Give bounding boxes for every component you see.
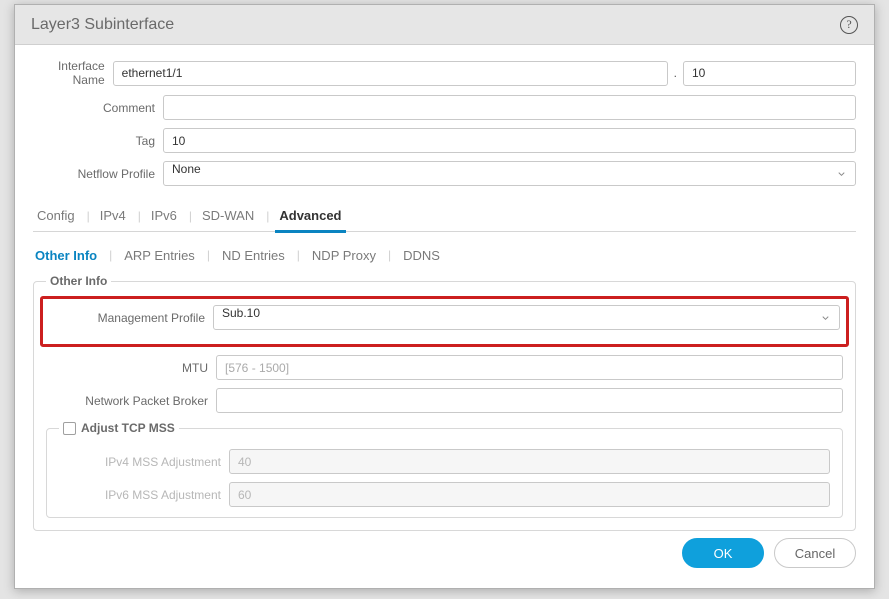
row-ipv4-mss: IPv4 MSS Adjustment bbox=[59, 449, 830, 474]
tab-advanced[interactable]: Advanced bbox=[275, 200, 345, 232]
interface-dot: . bbox=[674, 66, 677, 80]
row-interface-name: Interface Name . bbox=[33, 59, 856, 87]
group-other-info-legend: Other Info bbox=[46, 274, 111, 288]
cancel-button[interactable]: Cancel bbox=[774, 538, 856, 568]
input-tag[interactable] bbox=[163, 128, 856, 153]
label-adjust-tcp-mss: Adjust TCP MSS bbox=[81, 421, 175, 435]
input-network-packet-broker[interactable] bbox=[216, 388, 843, 413]
advanced-subtabs: Other Info| ARP Entries| ND Entries| NDP… bbox=[33, 232, 856, 272]
label-network-packet-broker: Network Packet Broker bbox=[46, 394, 216, 408]
input-ipv4-mss bbox=[229, 449, 830, 474]
dialog-footer: OK Cancel bbox=[15, 532, 874, 588]
dialog-title: Layer3 Subinterface bbox=[31, 16, 840, 34]
row-network-packet-broker: Network Packet Broker bbox=[46, 388, 843, 413]
subtab-other-info[interactable]: Other Info bbox=[33, 244, 99, 267]
group-other-info: Other Info Management Profile Sub.10 M bbox=[33, 274, 856, 531]
highlight-management-profile: Management Profile Sub.10 bbox=[40, 296, 849, 347]
tab-ipv6[interactable]: IPv6 bbox=[147, 200, 181, 232]
row-netflow-profile: Netflow Profile None bbox=[33, 161, 856, 186]
tab-config[interactable]: Config bbox=[33, 200, 79, 232]
row-management-profile: Management Profile Sub.10 bbox=[49, 305, 840, 330]
row-mtu: MTU bbox=[46, 355, 843, 380]
dialog-body: Interface Name . Comment Tag Netflow Pro… bbox=[15, 45, 874, 532]
label-management-profile: Management Profile bbox=[49, 311, 213, 325]
row-ipv6-mss: IPv6 MSS Adjustment bbox=[59, 482, 830, 507]
dialog-titlebar: Layer3 Subinterface ? bbox=[15, 5, 874, 45]
label-interface-name: Interface Name bbox=[33, 59, 113, 87]
label-tag: Tag bbox=[33, 134, 163, 148]
select-netflow-profile-value: None bbox=[172, 162, 201, 176]
ok-button[interactable]: OK bbox=[682, 538, 764, 568]
subtab-ndp-proxy[interactable]: NDP Proxy bbox=[310, 244, 378, 267]
label-netflow-profile: Netflow Profile bbox=[33, 167, 163, 181]
select-netflow-profile[interactable]: None bbox=[163, 161, 856, 186]
subtab-ddns[interactable]: DDNS bbox=[401, 244, 442, 267]
label-comment: Comment bbox=[33, 101, 163, 115]
subtab-nd-entries[interactable]: ND Entries bbox=[220, 244, 287, 267]
tab-sdwan[interactable]: SD-WAN bbox=[198, 200, 258, 232]
input-subinterface-id[interactable] bbox=[683, 61, 856, 86]
label-mtu: MTU bbox=[46, 361, 216, 375]
help-icon[interactable]: ? bbox=[840, 16, 858, 34]
group-adjust-tcp-mss: Adjust TCP MSS IPv4 MSS Adjustment IPv6 … bbox=[46, 421, 843, 518]
row-tag: Tag bbox=[33, 128, 856, 153]
input-comment[interactable] bbox=[163, 95, 856, 120]
input-mtu[interactable] bbox=[216, 355, 843, 380]
label-ipv6-mss: IPv6 MSS Adjustment bbox=[59, 488, 229, 502]
tab-ipv4[interactable]: IPv4 bbox=[96, 200, 130, 232]
input-interface-name[interactable] bbox=[113, 61, 668, 86]
checkbox-adjust-tcp-mss[interactable] bbox=[63, 422, 76, 435]
label-ipv4-mss: IPv4 MSS Adjustment bbox=[59, 455, 229, 469]
row-comment: Comment bbox=[33, 95, 856, 120]
dialog-layer3-subinterface: Layer3 Subinterface ? Interface Name . C… bbox=[14, 4, 875, 589]
select-management-profile-value: Sub.10 bbox=[222, 306, 260, 320]
select-management-profile[interactable]: Sub.10 bbox=[213, 305, 840, 330]
input-ipv6-mss bbox=[229, 482, 830, 507]
subtab-arp-entries[interactable]: ARP Entries bbox=[122, 244, 197, 267]
legend-adjust-tcp-mss: Adjust TCP MSS bbox=[59, 421, 179, 435]
main-tabs: Config| IPv4| IPv6| SD-WAN| Advanced bbox=[33, 200, 856, 232]
